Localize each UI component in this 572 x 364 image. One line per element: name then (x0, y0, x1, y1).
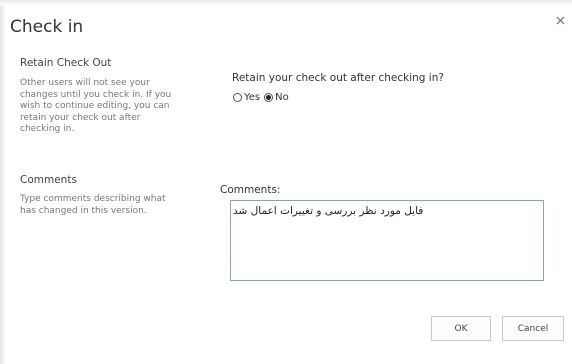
comments-description: Type comments describing what has change… (20, 194, 166, 217)
ok-button[interactable]: OK (431, 316, 491, 341)
dialog-title: Check in (10, 17, 84, 37)
backdrop-edge-top (0, 0, 572, 5)
comments-text: فایل مورد نظر بررسی و تغییرات اعمال شد (233, 205, 424, 217)
close-icon (556, 16, 565, 25)
radio-selected-dot (266, 94, 272, 100)
cancel-button[interactable]: Cancel (502, 316, 564, 341)
comments-section-title: Comments (20, 174, 77, 186)
radio-yes[interactable] (233, 92, 242, 102)
description-line: Type comments describing what (20, 194, 166, 204)
description-line: retain your check out after (20, 112, 141, 123)
description-line: changes until you check in. If you (20, 89, 172, 100)
radio-no[interactable] (264, 92, 274, 102)
close-button[interactable] (554, 13, 568, 27)
description-line: checking in. (20, 124, 75, 134)
radio-no-label[interactable]: No (275, 92, 289, 103)
retain-checkout-title: Retain Check Out (20, 57, 112, 69)
check-in-dialog: Check in Retain Check Out Other users wi… (0, 0, 572, 364)
retain-checkout-description: Other users will not see your changes un… (20, 78, 171, 136)
radio-yes-label[interactable]: Yes (244, 92, 260, 103)
backdrop-edge (0, 0, 6, 364)
comments-field-label: Comments: (220, 184, 281, 196)
description-line: Other users will not see your (20, 78, 150, 88)
description-line: has changed in this version. (20, 205, 147, 216)
retain-checkout-radio-group: Yes No (233, 91, 293, 103)
description-line: wish to continue editing, you can (20, 101, 170, 111)
retain-checkout-question: Retain your check out after checking in? (232, 72, 444, 84)
